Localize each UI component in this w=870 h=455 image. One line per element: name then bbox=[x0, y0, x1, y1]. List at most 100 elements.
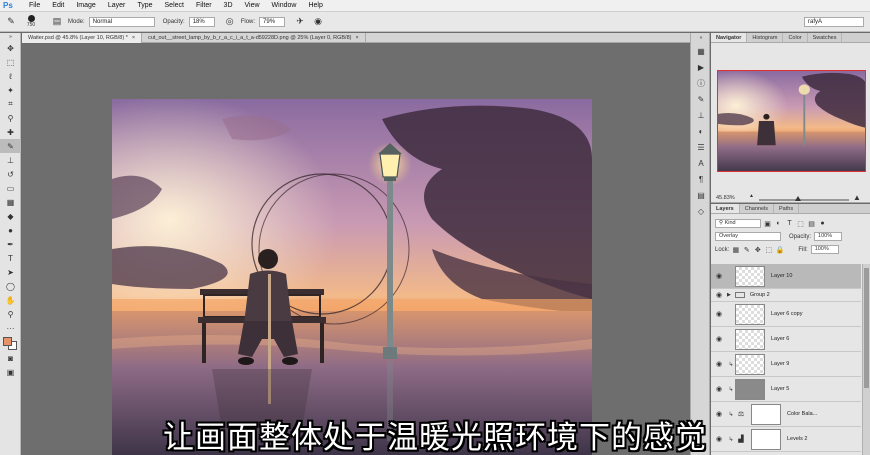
blend-mode-select[interactable]: Overlay bbox=[715, 232, 781, 241]
character-panel-icon[interactable]: A bbox=[691, 155, 711, 171]
visibility-eye-icon[interactable]: ◉ bbox=[711, 410, 727, 418]
zoom-in-icon[interactable]: ▲ bbox=[853, 193, 861, 202]
mode-select[interactable]: Normal bbox=[88, 16, 155, 27]
layer-row-layer-5[interactable]: ◉ ↳ Layer 5 bbox=[711, 377, 861, 402]
layer-row-group-2[interactable]: ◉ ▶ Group 2 bbox=[711, 289, 861, 302]
foreground-color-swatch[interactable] bbox=[3, 337, 12, 346]
visibility-eye-icon[interactable]: ◉ bbox=[711, 360, 727, 368]
history-brush-tool-icon[interactable]: ↺ bbox=[0, 167, 21, 181]
brush-presets-panel-icon[interactable]: ✎ bbox=[691, 91, 711, 107]
brush-panel-icon[interactable]: ▤ bbox=[50, 15, 64, 29]
blur-tool-icon[interactable]: ◆ bbox=[0, 209, 21, 223]
shape-filter-icon[interactable]: ⬚ bbox=[796, 219, 805, 228]
zoom-slider-thumb[interactable] bbox=[795, 196, 801, 201]
lock-all-icon[interactable]: 🔒 bbox=[775, 246, 784, 254]
doc-tab-street-lamp[interactable]: cut_out__street_lamp_by_b_r_a_c_i_a_t_a-… bbox=[142, 33, 366, 43]
visibility-eye-icon[interactable]: ◉ bbox=[711, 310, 727, 318]
tab-paths[interactable]: Paths bbox=[774, 204, 800, 213]
info-panel-icon[interactable]: ⓘ bbox=[691, 75, 711, 91]
smart-object-filter-icon[interactable]: ▤ bbox=[807, 219, 816, 228]
adjustments-panel-icon[interactable]: ◐ bbox=[691, 123, 711, 139]
layer-opacity-field[interactable]: 100% bbox=[814, 232, 843, 241]
strip-grip[interactable]: « bbox=[691, 33, 711, 43]
close-icon[interactable]: × bbox=[355, 35, 358, 41]
navigator-preview[interactable] bbox=[717, 70, 866, 172]
lasso-tool-icon[interactable]: ℓ bbox=[0, 69, 21, 83]
navigator-zoom-value[interactable]: 45.83% bbox=[716, 195, 735, 201]
gradient-tool-icon[interactable]: ▦ bbox=[0, 195, 21, 209]
brush-tool-icon[interactable]: ✎ bbox=[4, 15, 18, 29]
airbrush-icon[interactable]: ✈ bbox=[293, 15, 307, 29]
navigator-zoom-slider[interactable] bbox=[759, 196, 849, 201]
zoom-out-icon[interactable]: ▲ bbox=[749, 193, 754, 199]
zoom-tool-icon[interactable]: ⚲ bbox=[0, 307, 21, 321]
visibility-eye-icon[interactable]: ◉ bbox=[711, 272, 727, 280]
adjustment-filter-icon[interactable]: ◐ bbox=[774, 219, 783, 228]
eraser-tool-icon[interactable]: ▭ bbox=[0, 181, 21, 195]
brush-tool-icon[interactable]: ✎ bbox=[0, 139, 21, 153]
layer-row-layer-6-copy[interactable]: ◉ Layer 6 copy bbox=[711, 302, 861, 327]
menu-image[interactable]: Image bbox=[70, 0, 101, 12]
tab-color[interactable]: Color bbox=[783, 33, 808, 42]
layers-scrollbar-thumb[interactable] bbox=[864, 268, 869, 388]
chevron-right-icon[interactable]: ▶ bbox=[727, 292, 731, 298]
menu-select[interactable]: Select bbox=[159, 0, 190, 12]
filter-toggle-icon[interactable]: ● bbox=[818, 219, 827, 228]
tab-layers[interactable]: Layers bbox=[711, 204, 740, 213]
properties-panel-icon[interactable]: ☰ bbox=[691, 139, 711, 155]
tool-presets-panel-icon[interactable]: ▤ bbox=[691, 187, 711, 203]
canvas-area[interactable] bbox=[22, 44, 690, 455]
type-tool-icon[interactable]: T bbox=[0, 251, 21, 265]
pen-tool-icon[interactable]: ✒ bbox=[0, 237, 21, 251]
toolbar-grip[interactable]: » bbox=[0, 33, 21, 41]
clone-source-panel-icon[interactable]: ⊥ bbox=[691, 107, 711, 123]
lock-position-icon[interactable]: ✥ bbox=[753, 246, 762, 254]
pressure-opacity-icon[interactable]: ◎ bbox=[223, 15, 237, 29]
lock-transparency-icon[interactable]: ▦ bbox=[731, 246, 740, 254]
menu-edit[interactable]: Edit bbox=[46, 0, 70, 12]
dodge-tool-icon[interactable]: ● bbox=[0, 223, 21, 237]
history-panel-icon[interactable]: ▦ bbox=[691, 43, 711, 59]
artwork-canvas[interactable] bbox=[112, 99, 592, 455]
menu-layer[interactable]: Layer bbox=[102, 0, 132, 12]
actions-panel-icon[interactable]: ▶ bbox=[691, 59, 711, 75]
marquee-tool-icon[interactable]: ⬚ bbox=[0, 55, 21, 69]
layer-row-layer-9[interactable]: ◉ ↳ Layer 9 bbox=[711, 352, 861, 377]
layer-row-layer-6[interactable]: ◉ Layer 6 bbox=[711, 327, 861, 352]
layer-fill-field[interactable]: 100% bbox=[810, 245, 839, 254]
visibility-eye-icon[interactable]: ◉ bbox=[711, 335, 727, 343]
lock-artboard-icon[interactable]: ⬚ bbox=[764, 246, 773, 254]
healing-tool-icon[interactable]: ✚ bbox=[0, 125, 21, 139]
screen-mode-icon[interactable]: ▣ bbox=[0, 365, 21, 379]
eyedropper-tool-icon[interactable]: ⚲ bbox=[0, 111, 21, 125]
visibility-eye-icon[interactable]: ◉ bbox=[711, 385, 727, 393]
doc-tab-waiter[interactable]: Waiter.psd @ 45.8% (Layer 10, RGB/8) * × bbox=[22, 33, 143, 43]
3d-panel-icon[interactable]: ◇ bbox=[691, 203, 711, 219]
menu-help[interactable]: Help bbox=[302, 0, 328, 12]
quick-mask-icon[interactable]: ◙ bbox=[0, 351, 21, 365]
brush-preset-picker[interactable]: 750 bbox=[22, 14, 40, 30]
flow-field[interactable]: 79% bbox=[259, 16, 286, 27]
filter-kind-select[interactable]: ⚲ Kind bbox=[715, 219, 761, 228]
menu-filter[interactable]: Filter bbox=[190, 0, 218, 12]
opacity-field[interactable]: 18% bbox=[188, 16, 215, 27]
menu-file[interactable]: File bbox=[23, 0, 46, 12]
path-select-tool-icon[interactable]: ➤ bbox=[0, 265, 21, 279]
menu-window[interactable]: Window bbox=[266, 0, 303, 12]
quick-select-tool-icon[interactable]: ✦ bbox=[0, 83, 21, 97]
clone-stamp-tool-icon[interactable]: ⊥ bbox=[0, 153, 21, 167]
close-icon[interactable]: × bbox=[132, 35, 135, 41]
menu-view[interactable]: View bbox=[239, 0, 266, 12]
crop-tool-icon[interactable]: ⌗ bbox=[0, 97, 21, 111]
lock-pixels-icon[interactable]: ✎ bbox=[742, 246, 751, 254]
paragraph-panel-icon[interactable]: ¶ bbox=[691, 171, 711, 187]
hand-tool-icon[interactable]: ✋ bbox=[0, 293, 21, 307]
ellipse-tool-icon[interactable]: ◯ bbox=[0, 279, 21, 293]
tab-channels[interactable]: Channels bbox=[740, 204, 774, 213]
menu-3d[interactable]: 3D bbox=[218, 0, 239, 12]
menu-type[interactable]: Type bbox=[131, 0, 158, 12]
pixel-filter-icon[interactable]: ▣ bbox=[763, 219, 772, 228]
type-filter-icon[interactable]: T bbox=[785, 219, 794, 228]
layer-row-layer-10[interactable]: ◉ Layer 10 bbox=[711, 264, 861, 289]
tab-swatches[interactable]: Swatches bbox=[808, 33, 843, 42]
